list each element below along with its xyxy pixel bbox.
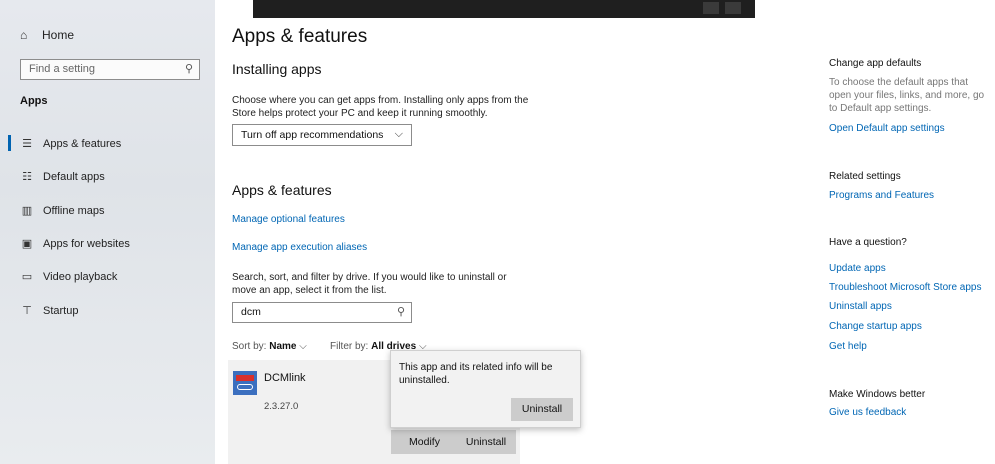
dropdown-value: Turn off app recommendations — [241, 129, 384, 141]
manage-execution-aliases-link[interactable]: Manage app execution aliases — [232, 242, 367, 253]
sidebar-item-label: Video playback — [43, 270, 118, 283]
sidebar-section-title: Apps — [20, 95, 48, 107]
change-defaults-heading: Change app defaults — [829, 58, 922, 69]
app-source-dropdown[interactable]: Turn off app recommendations ⌵ — [232, 124, 412, 146]
chevron-down-icon: ⌵ — [299, 341, 307, 352]
logo-part — [237, 384, 253, 390]
update-apps-link[interactable]: Update apps — [829, 263, 886, 274]
web-app-icon: ▣ — [21, 238, 33, 250]
installing-apps-description: Choose where you can get apps from. Inst… — [232, 95, 529, 119]
app-search-input[interactable]: dcm ⚲ — [232, 302, 412, 323]
window-button — [703, 2, 719, 14]
page-title: Apps & features — [232, 26, 368, 47]
change-defaults-text: To choose the default apps that open you… — [829, 77, 985, 114]
uninstall-button[interactable]: Uninstall — [456, 430, 516, 454]
overlay-window-strip — [253, 0, 755, 18]
logo-part — [236, 375, 254, 381]
search-icon: ⚲ — [184, 63, 193, 75]
modify-button[interactable]: Modify — [391, 430, 458, 454]
sidebar-item-offline-maps[interactable]: ▥ Offline maps — [20, 204, 105, 218]
installing-apps-heading: Installing apps — [232, 61, 322, 77]
filter-label: Filter by: — [330, 341, 369, 352]
sidebar-item-home[interactable]: ⌂ Home — [20, 28, 74, 42]
apps-features-heading: Apps & features — [232, 182, 332, 198]
home-icon: ⌂ — [20, 28, 28, 42]
troubleshoot-store-link[interactable]: Troubleshoot Microsoft Store apps — [829, 282, 981, 293]
sidebar-item-label: Offline maps — [43, 204, 105, 217]
change-startup-link[interactable]: Change startup apps — [829, 321, 922, 332]
search-icon: ⚲ — [396, 306, 405, 318]
programs-features-link[interactable]: Programs and Features — [829, 190, 934, 201]
confirm-uninstall-button[interactable]: Uninstall — [511, 398, 573, 421]
sidebar-item-label: Apps for websites — [43, 237, 130, 250]
app-name: DCMlink — [264, 372, 306, 384]
home-label: Home — [42, 28, 75, 42]
sort-dropdown[interactable]: Sort by: Name ⌵ — [232, 341, 307, 352]
map-icon: ▥ — [21, 205, 33, 217]
related-settings-heading: Related settings — [829, 171, 901, 182]
window-button — [725, 2, 741, 14]
sidebar-item-startup[interactable]: ⊤ Startup — [20, 304, 79, 318]
manage-optional-features-link[interactable]: Manage optional features — [232, 214, 345, 225]
list-icon: ☰ — [22, 138, 32, 150]
search-value: dcm — [241, 306, 261, 318]
app-version: 2.3.27.0 — [264, 401, 299, 412]
settings-search-input[interactable]: Find a setting ⚲ — [20, 59, 200, 80]
uninstall-confirm-message: This app and its related info will be un… — [399, 362, 553, 386]
feedback-heading: Make Windows better — [829, 389, 926, 400]
question-heading: Have a question? — [829, 237, 907, 248]
settings-window: ⌂ Home Find a setting ⚲ Apps ☰ Apps & fe… — [0, 0, 995, 464]
sidebar-item-default-apps[interactable]: ☷ Default apps — [20, 170, 105, 184]
sidebar-item-label: Apps & features — [43, 137, 122, 150]
default-apps-icon: ☷ — [22, 171, 32, 183]
open-default-settings-link[interactable]: Open Default app settings — [829, 123, 945, 134]
video-icon: ▭ — [21, 271, 33, 283]
sidebar-item-apps-for-websites[interactable]: ▣ Apps for websites — [20, 237, 130, 251]
sidebar-item-label: Default apps — [43, 170, 105, 183]
app-logo-icon — [233, 371, 257, 395]
chevron-down-icon: ⌵ — [394, 128, 403, 140]
sidebar-item-label: Startup — [43, 304, 79, 317]
search-description: Search, sort, and filter by drive. If yo… — [232, 272, 507, 296]
settings-search-placeholder: Find a setting — [29, 63, 96, 75]
get-help-link[interactable]: Get help — [829, 341, 867, 352]
startup-icon: ⊤ — [22, 305, 32, 317]
sidebar-item-apps-features[interactable]: ☰ Apps & features — [7, 135, 122, 151]
sidebar: ⌂ Home Find a setting ⚲ Apps ☰ Apps & fe… — [0, 0, 215, 464]
uninstall-confirm-flyout: This app and its related info will be un… — [390, 350, 581, 428]
sidebar-item-video-playback[interactable]: ▭ Video playback — [20, 270, 118, 284]
sort-value: Name — [269, 341, 297, 352]
sort-label: Sort by: — [232, 341, 267, 352]
uninstall-apps-link[interactable]: Uninstall apps — [829, 301, 892, 312]
feedback-link[interactable]: Give us feedback — [829, 407, 906, 418]
